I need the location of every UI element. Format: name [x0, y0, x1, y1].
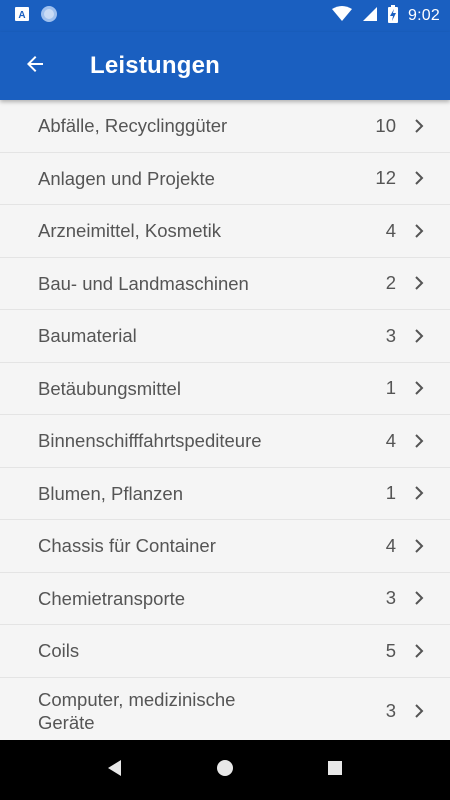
item-count: 3 [385, 587, 396, 609]
back-button[interactable] [15, 46, 55, 86]
list-item[interactable]: Baumaterial 3 [0, 310, 450, 363]
chevron-right-icon [412, 119, 426, 133]
item-label: Chassis für Container [38, 535, 216, 557]
item-label: Blumen, Pflanzen [38, 482, 184, 504]
chevron-right-icon [412, 329, 426, 343]
chevron-right-icon [412, 276, 426, 290]
status-left-icons: A [14, 5, 58, 28]
page-title: Leistungen [90, 52, 221, 79]
item-label: Coils [38, 640, 80, 662]
chevron-right-icon [412, 644, 426, 658]
nav-home-button[interactable] [205, 750, 245, 790]
list-item[interactable]: Blumen, Pflanzen 1 [0, 468, 450, 520]
app-bar: Leistungen [0, 32, 450, 100]
battery-charging-icon [388, 4, 399, 28]
item-label: Computer, medizinische Geräte [38, 689, 236, 733]
chevron-right-icon [412, 224, 426, 238]
item-count: 5 [385, 639, 396, 661]
item-count: 4 [385, 219, 396, 241]
chevron-right-icon [412, 591, 426, 605]
sync-circle-icon [40, 5, 58, 28]
arrow-left-icon [23, 52, 47, 81]
signal-icon [362, 6, 378, 27]
item-count: 3 [385, 700, 396, 721]
chevron-right-icon [412, 704, 426, 718]
status-time: 9:02 [408, 7, 440, 24]
list-item[interactable]: Coils 5 [0, 625, 450, 678]
list-item[interactable]: Arzneimittel, Kosmetik 4 [0, 205, 450, 258]
list-item[interactable]: Computer, medizinische Geräte 3 [0, 678, 450, 741]
services-list[interactable]: Abfälle, Recyclinggüter 10 Anlagen und P… [0, 100, 450, 740]
item-label: Arzneimittel, Kosmetik [38, 220, 221, 242]
item-count: 3 [385, 324, 396, 346]
chevron-right-icon [412, 539, 426, 553]
item-label: Betäubungsmittel [38, 377, 181, 399]
item-label: Binnenschifffahrtspediteure [38, 430, 262, 452]
chevron-right-icon [412, 171, 426, 185]
list-item[interactable]: Anlagen und Projekte 12 [0, 153, 450, 205]
nav-back-button[interactable] [95, 750, 135, 790]
item-label: Chemietransporte [38, 587, 186, 609]
status-bar: A 9:02 [0, 0, 450, 32]
list-item[interactable]: Chassis für Container 4 [0, 520, 450, 573]
chevron-right-icon [412, 381, 426, 395]
item-label: Anlagen und Projekte [38, 167, 215, 189]
system-nav-bar [0, 740, 450, 800]
item-label: Bau- und Landmaschinen [38, 272, 249, 294]
item-label: Baumaterial [38, 325, 137, 347]
home-circle-icon [216, 759, 234, 782]
back-triangle-icon [106, 759, 124, 782]
list-item[interactable]: Betäubungsmittel 1 [0, 363, 450, 415]
recents-square-icon [327, 760, 343, 781]
status-right-icons: 9:02 [332, 4, 440, 28]
list-item[interactable]: Bau- und Landmaschinen 2 [0, 258, 450, 310]
item-count: 1 [385, 377, 396, 399]
wifi-icon [332, 5, 353, 27]
nav-recents-button[interactable] [315, 750, 355, 790]
svg-text:A: A [18, 10, 25, 21]
item-count: 10 [375, 114, 396, 136]
chevron-right-icon [412, 486, 426, 500]
item-count: 1 [385, 482, 396, 504]
item-label: Abfälle, Recyclinggüter [38, 115, 228, 137]
list-item[interactable]: Abfälle, Recyclinggüter 10 [0, 100, 450, 153]
item-count: 4 [385, 534, 396, 556]
list-item[interactable]: Binnenschifffahrtspediteure 4 [0, 415, 450, 468]
chevron-right-icon [412, 434, 426, 448]
item-count: 12 [375, 167, 396, 189]
item-count: 2 [385, 272, 396, 294]
item-count: 4 [385, 429, 396, 451]
list-item[interactable]: Chemietransporte 3 [0, 573, 450, 625]
accessibility-icon: A [14, 6, 30, 27]
